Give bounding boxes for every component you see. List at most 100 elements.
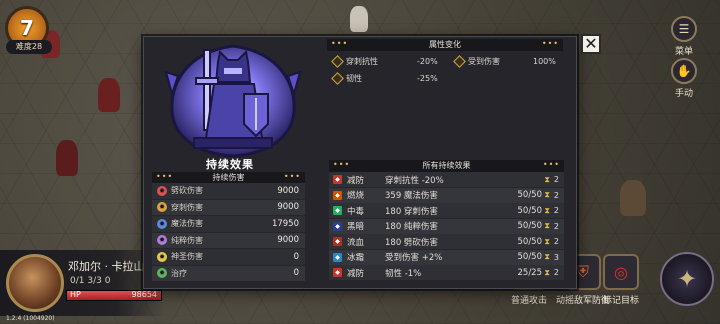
attr-label: 韧性 (346, 73, 362, 83)
effect-desc: 180 劈砍伤害 (385, 237, 438, 248)
effect-icon: ◆ (333, 190, 342, 200)
dot-row: ✹ 纯粹伤害 9000 (152, 232, 305, 248)
effect-icon: ◆ (333, 221, 342, 231)
effect-stack: 2 (553, 221, 559, 231)
dot-row: ✹ 劈砍伤害 9000 (152, 183, 305, 199)
dot-section-title: 持续伤害 (212, 173, 245, 182)
dot-row: ✹ 魔法伤害 17950 (152, 216, 305, 232)
skill-label: 动摇敌军防御 (556, 296, 611, 306)
damage-taken-icon (453, 54, 466, 68)
hourglass-icon: ⧗ (544, 205, 550, 215)
all-effects-header: ••• 所有持续效果 ••• (329, 160, 564, 172)
effect-row[interactable]: ◆ 减防 穿刺抗性 -20% ⧗ 2 (329, 172, 564, 187)
enemy-unit[interactable] (620, 180, 646, 216)
effect-desc: 180 穿刺伤害 (385, 206, 438, 217)
heal-icon: ✹ (157, 268, 167, 279)
effect-row[interactable]: ◆ 燃烧 359 魔法伤害 50/50 ⧗ 2 (329, 187, 564, 203)
attr-value: -25% (417, 73, 438, 83)
version-text: 1.2.4 (1004920) (6, 315, 55, 322)
skill-label: 普通攻击 (511, 296, 548, 306)
effect-name: 减防 (347, 268, 365, 279)
attr-label: 受到伤害 (468, 56, 500, 66)
hero-panel[interactable]: 邓加尔 · 卡拉山 0/1 3/3 0 HP 98654 (0, 250, 165, 316)
effect-count: 50/50 (517, 221, 543, 231)
effect-name: 冰霜 (347, 253, 365, 263)
effect-row[interactable]: ◆ 黑暗 180 纯粹伤害 50/50 ⧗ 2 (329, 218, 564, 234)
holy-damage-icon: ✹ (157, 251, 167, 262)
manual-button[interactable]: ✋ 手动 (666, 58, 702, 99)
effect-name: 中毒 (347, 206, 365, 217)
hp-value: 98654 (131, 290, 157, 299)
menu-icon: ☰ (671, 16, 697, 42)
hourglass-icon: ⧗ (544, 236, 550, 246)
effect-row[interactable]: ◆ 中毒 180 穿刺伤害 50/50 ⧗ 2 (329, 203, 564, 218)
effect-desc: 359 魔法伤害 (385, 191, 438, 201)
toughness-icon (331, 71, 344, 85)
knight-emblem (158, 42, 308, 160)
dot-row: ✹ 治疗 0 (152, 265, 305, 281)
all-effects-table: ◆ 减防 穿刺抗性 -20% ⧗ 2 ◆ 燃烧 359 魔法伤害 50/50 ⧗ 2 ◆ 中毒 180 穿… (329, 172, 564, 281)
menu-button[interactable]: ☰ 菜单 (666, 16, 702, 57)
dot-value: 9000 (277, 202, 299, 213)
dot-value: 17950 (271, 218, 299, 229)
ultimate-skill-button[interactable]: ✦ (660, 252, 714, 306)
enemy-unit[interactable] (56, 140, 78, 176)
effect-count: 50/50 (517, 205, 543, 216)
hourglass-icon: ⧗ (544, 252, 550, 261)
effect-stack: 3 (553, 252, 559, 262)
knight-emblem-icon (164, 44, 302, 158)
pure-damage-icon: ✹ (157, 235, 167, 246)
pierce-damage-icon: ✹ (157, 202, 167, 213)
effect-stack: 2 (553, 206, 559, 215)
effect-icon: ◆ (333, 237, 342, 246)
hourglass-icon: ⧗ (544, 267, 550, 277)
dot-table: ✹ 劈砍伤害 9000 ✹ 穿刺伤害 9000 ✹ 魔法伤害 17950 ✹ 纯粹伤害 9000 ✹ 神圣… (152, 183, 305, 282)
effect-count: 50/50 (517, 190, 543, 200)
attr-section-title: 属性变化 (429, 40, 461, 49)
dots-decoration: ••• (331, 39, 349, 48)
attr-label: 穿刺抗性 (346, 56, 378, 66)
dots-decoration: ••• (542, 160, 560, 169)
attr-section-header: ••• 属性变化 ••• (327, 39, 563, 51)
pierce-resist-icon (331, 54, 344, 68)
effect-count: 50/50 (517, 252, 543, 262)
attr-value: -20% (417, 56, 438, 66)
dots-decoration: ••• (541, 39, 559, 48)
attr-item: 穿刺抗性 (331, 54, 378, 68)
dots-decoration: ••• (283, 172, 301, 181)
enemy-unit[interactable] (98, 78, 120, 112)
close-button[interactable]: ✕ (581, 34, 601, 54)
difficulty-label: 难度28 (6, 40, 52, 54)
dots-decoration: ••• (156, 172, 174, 181)
attr-item-value: -25% (417, 71, 438, 85)
hero-portrait[interactable] (6, 254, 64, 312)
target-icon: ◎ (603, 254, 639, 290)
dot-row: ✹ 穿刺伤害 9000 (152, 199, 305, 215)
all-effects-title: 所有持续效果 (422, 161, 471, 170)
effect-row[interactable]: ◆ 冰霜 受到伤害 +2% 50/50 ⧗ 3 (329, 249, 564, 265)
effect-name: 黑暗 (347, 222, 365, 232)
effect-icon: ◆ (333, 206, 342, 215)
skill-label: 标记目标 (603, 296, 640, 306)
dot-value: 9000 (277, 185, 299, 196)
effect-stack: 2 (553, 190, 559, 200)
effect-stack: 2 (553, 175, 559, 184)
effect-stack: 2 (553, 268, 559, 277)
enemy-unit[interactable] (350, 6, 368, 32)
hp-bar: HP 98654 (66, 290, 162, 301)
dot-label: 劈砍伤害 (171, 186, 203, 196)
dot-label: 穿刺伤害 (171, 202, 203, 212)
attr-list: 穿刺抗性 -20% 受到伤害 100% 韧性 -25% (327, 51, 563, 89)
menu-label: 菜单 (674, 47, 693, 57)
effect-name: 流血 (347, 237, 365, 248)
effect-desc: 180 纯粹伤害 (385, 222, 438, 232)
skill-mark-target[interactable]: ◎ 标记目标 (603, 254, 639, 306)
attr-item: 韧性 (331, 71, 362, 85)
effect-count: 50/50 (517, 236, 543, 247)
hand-icon: ✋ (671, 58, 697, 84)
attr-value: 100% (533, 56, 556, 66)
effect-row[interactable]: ◆ 减防 韧性 -1% 25/25 ⧗ 2 (329, 265, 564, 280)
effect-row[interactable]: ◆ 流血 180 劈砍伤害 50/50 ⧗ 2 (329, 234, 564, 249)
hourglass-icon: ⧗ (544, 221, 550, 230)
hero-counts: 0/1 3/3 0 (70, 276, 111, 286)
